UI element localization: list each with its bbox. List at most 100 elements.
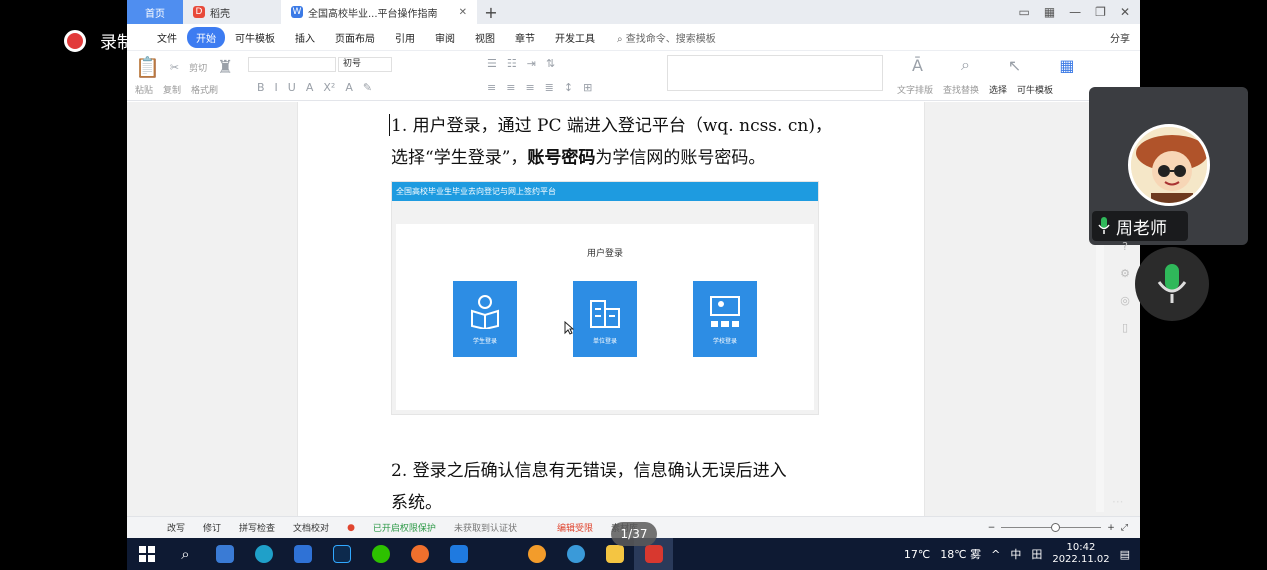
sort-icon[interactable]: ⇅ (546, 57, 555, 70)
clipboard-labels: 粘贴 复制 格式刷 (135, 83, 218, 96)
template-icon[interactable]: ▦ (1059, 56, 1074, 75)
italic-icon[interactable]: I (275, 81, 278, 94)
more-options-button[interactable]: ··· (1112, 495, 1123, 509)
fullscreen-icon[interactable]: ⤢ (1121, 523, 1128, 533)
proofread-button[interactable]: 文档校对 (293, 521, 329, 534)
menu-template[interactable]: 可牛模板 (225, 30, 285, 45)
ime-mode-icon[interactable]: 田 (1031, 546, 1042, 562)
new-tab-button[interactable]: + (477, 0, 505, 24)
font-size-select[interactable]: 初号 (338, 57, 392, 72)
paste-icon[interactable]: 📋 (135, 55, 160, 79)
align-center-icon[interactable]: ≡ (506, 81, 515, 94)
font-color-icon[interactable]: A (345, 81, 353, 94)
wechat-icon[interactable] (361, 538, 400, 570)
tool-icon[interactable]: ⚙ (1120, 267, 1130, 280)
zoom-slider[interactable] (1001, 523, 1102, 532)
strikethrough-icon[interactable]: A (306, 81, 314, 94)
paste-label[interactable]: 粘贴 (135, 83, 153, 96)
task-app-icon[interactable] (205, 538, 244, 570)
bold-icon[interactable]: B (257, 81, 265, 94)
indent-icon[interactable]: ⇥ (527, 57, 536, 70)
justify-icon[interactable]: ≣ (545, 81, 554, 94)
screen-recording: 录制中 首页 D 稻壳 W 全国高校毕业...平台操作指南 ✕ + ▭ ▦ — … (0, 0, 1267, 570)
format-painter-icon[interactable]: ♜ (217, 57, 233, 78)
store-icon[interactable] (283, 538, 322, 570)
cursor-icon[interactable]: ↖ (1008, 56, 1021, 75)
restore-button[interactable]: ❐ (1095, 5, 1106, 19)
cut-label[interactable]: 剪切 (189, 61, 207, 74)
format-painter-label[interactable]: 格式刷 (191, 83, 218, 96)
text-layout-icon[interactable]: Ā (912, 56, 923, 75)
spell-check-button[interactable]: 拼写检查 (239, 521, 275, 534)
underline-icon[interactable]: U (288, 81, 296, 94)
borders-icon[interactable]: ⊞ (583, 81, 592, 94)
find-replace-button[interactable]: 查找替换 (943, 83, 979, 96)
editing-restricted[interactable]: 编辑受限 (557, 521, 593, 534)
layout-icon[interactable]: ▭ (1018, 5, 1029, 19)
meeting-app-icon[interactable] (439, 538, 478, 570)
tab-daoke[interactable]: D 稻壳 (183, 0, 281, 24)
tab-document[interactable]: W 全国高校毕业...平台操作指南 ✕ (281, 0, 477, 24)
menu-insert[interactable]: 插入 (285, 30, 325, 45)
notification-icon[interactable]: ▤ (1120, 548, 1130, 561)
search-icon[interactable]: ⌕ (166, 538, 205, 570)
weather-temp-2[interactable]: 18℃ 雾 (940, 546, 981, 562)
font-family-select[interactable] (248, 57, 336, 72)
numbered-list-icon[interactable]: ☷ (507, 57, 517, 70)
book-icon[interactable]: ▯ (1122, 321, 1128, 334)
daoke-icon: D (193, 6, 205, 18)
photoshop-icon[interactable] (322, 538, 361, 570)
close-tab-icon[interactable]: ✕ (459, 7, 467, 18)
clock[interactable]: 10:42 2022.11.02 (1052, 542, 1109, 566)
permission-status[interactable]: 已开启权限保护 (373, 521, 436, 534)
track-changes-toggle[interactable]: 修订 (203, 521, 221, 534)
location-icon[interactable]: ◎ (1120, 294, 1130, 307)
microphone-button[interactable] (1135, 247, 1209, 321)
zoom-out-button[interactable]: − (988, 523, 996, 533)
menu-layout[interactable]: 页面布局 (325, 30, 385, 45)
align-left-icon[interactable]: ≡ (487, 81, 496, 94)
menu-section[interactable]: 章节 (505, 30, 545, 45)
help-icon[interactable]: ? (1122, 240, 1128, 253)
weather-temp-1[interactable]: 17℃ (904, 548, 930, 561)
cert-status[interactable]: 未获取到认证状 (454, 521, 517, 534)
zoom-in-button[interactable]: + (1107, 523, 1115, 533)
superscript-icon[interactable]: X² (323, 81, 335, 94)
menu-devtools[interactable]: 开发工具 (545, 30, 605, 45)
line-spacing-icon[interactable]: ↕ (564, 81, 573, 94)
align-right-icon[interactable]: ≡ (525, 81, 534, 94)
style-gallery[interactable] (667, 55, 883, 91)
menu-reference[interactable]: 引用 (385, 30, 425, 45)
browser-orange-icon[interactable] (517, 538, 556, 570)
minimize-button[interactable]: — (1069, 5, 1081, 19)
cut-icon[interactable]: ✂ (170, 61, 179, 74)
grid-icon[interactable]: ▦ (1044, 5, 1055, 19)
menu-view[interactable]: 视图 (465, 30, 505, 45)
overwrite-toggle[interactable]: 改写 (167, 521, 185, 534)
highlight-icon[interactable]: ✎ (363, 81, 372, 94)
find-icon[interactable]: ⌕ (961, 55, 970, 75)
menu-start[interactable]: 开始 (187, 26, 225, 48)
share-button[interactable]: 分享 (1110, 30, 1140, 45)
menu-file[interactable]: 文件 (147, 30, 187, 45)
embedded-screenshot[interactable]: 全国高校毕业生毕业去向登记与网上签约平台 用户登录 学生登录 单位登录 学校登录 (391, 181, 819, 415)
tab-home[interactable]: 首页 (127, 0, 183, 24)
select-button[interactable]: 选择 (989, 83, 1007, 96)
menu-review[interactable]: 审阅 (425, 30, 465, 45)
zoom-knob[interactable] (1051, 523, 1061, 532)
start-button[interactable] (127, 538, 166, 570)
tray-chevron-icon[interactable]: ^ (991, 548, 1000, 561)
ime-indicator[interactable]: 中 (1010, 546, 1021, 562)
student-login-label: 学生登录 (472, 338, 497, 345)
command-search[interactable]: ⌕ 查找命令、搜索模板 (617, 30, 716, 45)
bullet-list-icon[interactable]: ☰ (487, 57, 497, 70)
template-button[interactable]: 可牛模板 (1017, 83, 1053, 96)
text-layout-button[interactable]: 文字排版 (897, 83, 933, 96)
edge-icon[interactable] (244, 538, 283, 570)
copy-label[interactable]: 复制 (163, 83, 181, 96)
ie-icon[interactable] (556, 538, 595, 570)
close-window-button[interactable]: ✕ (1120, 5, 1130, 19)
font-format-group: B I U A X² A ✎ (257, 81, 372, 94)
document-page[interactable]: 1. 用户登录，通过 PC 端进入登记平台（wq. ncss. cn)， 选择“… (297, 102, 925, 516)
firefox-icon[interactable] (400, 538, 439, 570)
